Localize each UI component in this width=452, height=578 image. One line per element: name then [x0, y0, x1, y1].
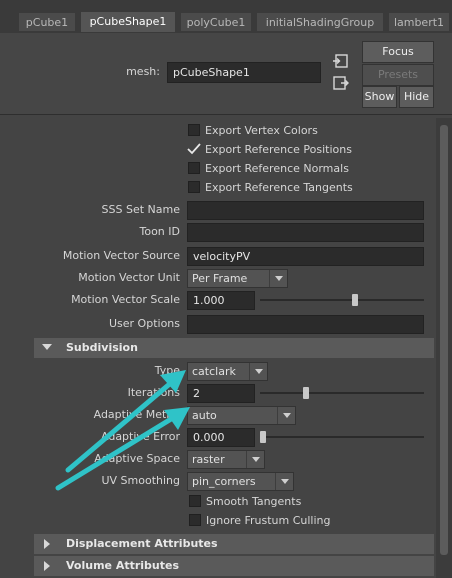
- toon-id-field[interactable]: [187, 223, 424, 242]
- uv-smoothing-label: UV Smoothing: [101, 474, 180, 487]
- adaptive-metric-value: auto: [192, 409, 217, 422]
- adaptive-error-label: Adaptive Error: [101, 430, 180, 443]
- chevron-down-icon: [275, 473, 293, 490]
- subdivision-type-label: Type: [154, 364, 180, 377]
- iterations-slider-track[interactable]: [260, 392, 424, 394]
- motion-vector-scale-slider-handle[interactable]: [351, 294, 358, 306]
- hide-button[interactable]: Hide: [399, 86, 434, 108]
- export-reference-positions-checkbox[interactable]: [186, 141, 202, 157]
- ignore-frustum-culling-checkbox[interactable]: [189, 514, 201, 526]
- tab-pcube1[interactable]: pCube1: [18, 12, 76, 32]
- motion-vector-unit-dropdown[interactable]: Per Frame: [187, 269, 288, 288]
- presets-button: Presets: [362, 64, 434, 86]
- input-connection-icon[interactable]: [333, 54, 349, 68]
- scrollbar-thumb[interactable]: [440, 125, 448, 555]
- adaptive-space-label: Adaptive Space: [94, 452, 180, 465]
- tab-initialshadinggroup[interactable]: initialShadingGroup: [256, 12, 384, 32]
- adaptive-error-slider-handle[interactable]: [260, 431, 266, 443]
- chevron-down-icon: [277, 407, 295, 424]
- adaptive-error-field[interactable]: 0.000: [187, 428, 255, 447]
- motion-vector-scale-label: Motion Vector Scale: [71, 293, 180, 306]
- motion-vector-source-field[interactable]: velocityPV: [187, 247, 424, 266]
- smooth-tangents-label: Smooth Tangents: [206, 495, 302, 508]
- collapse-arrow-icon: [42, 344, 52, 350]
- subdivision-section-header[interactable]: Subdivision: [34, 338, 434, 358]
- focus-button[interactable]: Focus: [362, 41, 434, 63]
- adaptive-metric-label: Adaptive Metric: [93, 408, 180, 421]
- adaptive-space-value: raster: [192, 453, 225, 466]
- attribute-editor-header: mesh: pCubeShape1 Focus Presets Show Hid…: [0, 33, 452, 115]
- adaptive-metric-dropdown[interactable]: auto: [187, 406, 296, 425]
- adaptive-error-slider-track[interactable]: [260, 436, 424, 438]
- uv-smoothing-dropdown[interactable]: pin_corners: [187, 472, 294, 491]
- export-reference-normals-checkbox[interactable]: [188, 162, 200, 174]
- toon-id-label: Toon ID: [139, 225, 181, 238]
- export-reference-tangents-checkbox[interactable]: [188, 181, 200, 193]
- adaptive-space-dropdown[interactable]: raster: [187, 450, 265, 469]
- export-vertex-colors-label: Export Vertex Colors: [205, 124, 318, 137]
- sss-set-name-field[interactable]: [187, 201, 424, 220]
- subdivision-type-value: catclark: [192, 365, 236, 378]
- motion-vector-unit-label: Motion Vector Unit: [78, 271, 180, 284]
- export-reference-tangents-label: Export Reference Tangents: [205, 181, 353, 194]
- export-reference-normals-label: Export Reference Normals: [205, 162, 349, 175]
- displacement-attributes-section-header[interactable]: Displacement Attributes: [34, 534, 434, 554]
- tab-pcubeshape1[interactable]: pCubeShape1: [80, 11, 176, 33]
- user-options-field[interactable]: [187, 315, 424, 334]
- iterations-label: Iterations: [127, 386, 180, 399]
- mesh-name-field[interactable]: pCubeShape1: [167, 62, 321, 83]
- show-button[interactable]: Show: [362, 86, 397, 108]
- motion-vector-scale-field[interactable]: 1.000: [187, 291, 255, 310]
- tab-lambert1[interactable]: lambert1: [388, 12, 450, 32]
- subdivision-type-dropdown[interactable]: catclark: [187, 362, 268, 381]
- checkmark-icon: [187, 143, 201, 155]
- tab-polycube1[interactable]: polyCube1: [180, 12, 252, 32]
- sss-set-name-label: SSS Set Name: [101, 203, 180, 216]
- motion-vector-scale-slider-track[interactable]: [260, 299, 424, 301]
- export-vertex-colors-checkbox[interactable]: [188, 124, 200, 136]
- iterations-field[interactable]: 2: [187, 384, 255, 403]
- motion-vector-unit-value: Per Frame: [192, 272, 248, 285]
- chevron-down-icon: [246, 451, 264, 468]
- volume-attributes-title: Volume Attributes: [66, 559, 180, 572]
- output-connection-icon[interactable]: [333, 76, 349, 90]
- expand-arrow-icon: [44, 539, 50, 549]
- mesh-label: mesh:: [126, 65, 160, 78]
- export-reference-positions-label: Export Reference Positions: [205, 143, 352, 156]
- user-options-label: User Options: [108, 317, 180, 330]
- subdivision-title: Subdivision: [66, 341, 138, 354]
- uv-smoothing-value: pin_corners: [192, 475, 256, 488]
- displacement-attributes-title: Displacement Attributes: [66, 537, 218, 550]
- motion-vector-source-label: Motion Vector Source: [62, 249, 180, 262]
- expand-arrow-icon: [44, 561, 50, 571]
- iterations-slider-handle[interactable]: [302, 387, 309, 399]
- chevron-down-icon: [249, 363, 267, 380]
- volume-attributes-section-header[interactable]: Volume Attributes: [34, 556, 434, 576]
- smooth-tangents-checkbox[interactable]: [189, 495, 201, 507]
- chevron-down-icon: [269, 270, 287, 287]
- ignore-frustum-culling-label: Ignore Frustum Culling: [206, 514, 331, 527]
- tab-bar: pCube1 pCubeShape1 polyCube1 initialShad…: [0, 0, 452, 36]
